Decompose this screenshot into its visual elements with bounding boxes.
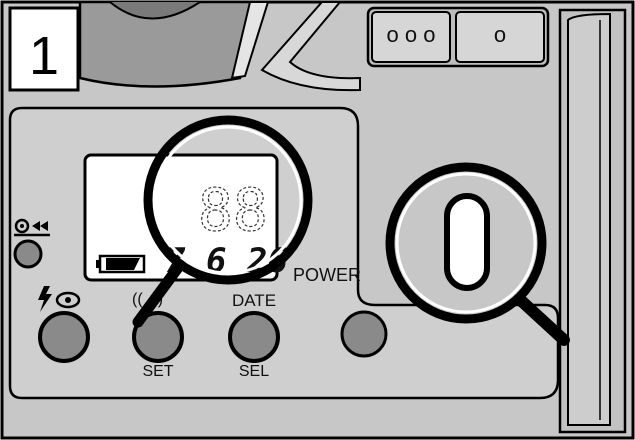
flash-button[interactable] xyxy=(38,311,90,363)
date-select-button[interactable] xyxy=(228,311,280,363)
top-button-right-label: o xyxy=(494,22,506,47)
sel-label: SEL xyxy=(239,363,269,380)
step-number: 1 xyxy=(29,26,59,86)
date-label: DATE xyxy=(232,291,276,310)
rewind-button[interactable] xyxy=(13,239,43,269)
battery-icon xyxy=(96,254,146,274)
set-label: SET xyxy=(142,363,173,380)
side-door xyxy=(558,8,627,434)
lcd-display: 88 7 6 26 xyxy=(83,153,288,282)
lens-barrel xyxy=(78,0,270,88)
power-label: POWER xyxy=(293,265,361,285)
camera-illustration: o o o o 1 88 7 6 26 ((·)) DATE SET SEL … xyxy=(0,0,635,440)
lcd-top-digits: 88 xyxy=(198,176,268,244)
top-button-left-label: o o o xyxy=(387,22,436,47)
shutter-button[interactable] xyxy=(444,193,490,291)
power-button[interactable] xyxy=(340,310,388,358)
top-button-group: o o o o xyxy=(366,6,550,68)
